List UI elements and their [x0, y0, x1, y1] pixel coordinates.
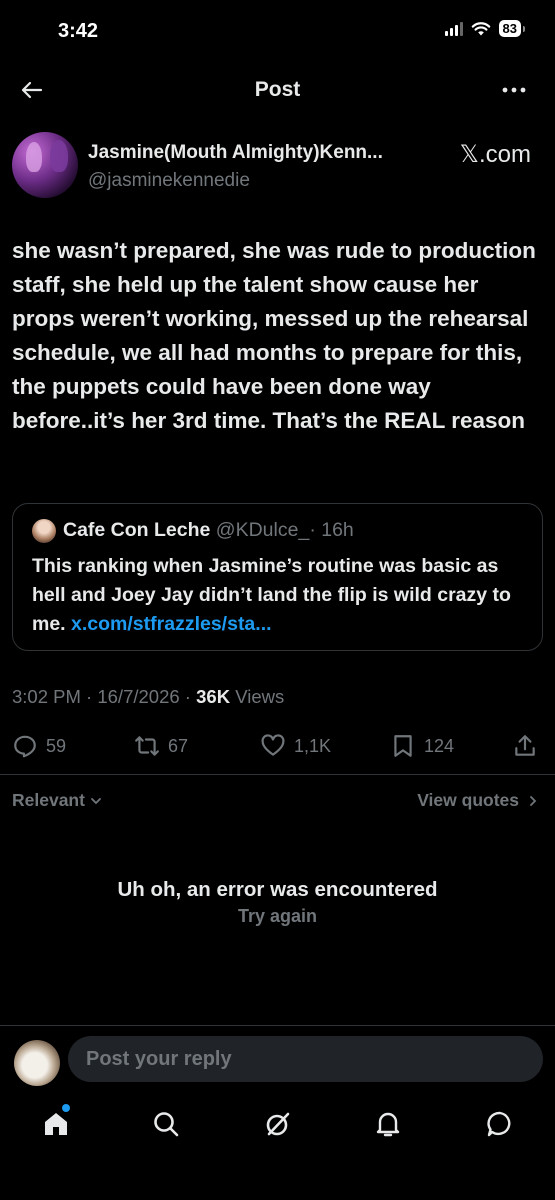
bookmark-icon: [394, 735, 412, 757]
divider: [0, 774, 555, 775]
reply-bar: [0, 1025, 555, 1093]
chevron-right-icon: [530, 795, 537, 806]
status-icons: 83: [444, 20, 526, 37]
like-button[interactable]: 1,1K: [260, 728, 331, 764]
tab-notifications[interactable]: [372, 1108, 404, 1140]
share-icon: [515, 735, 535, 756]
like-count: 1,1K: [294, 735, 332, 756]
quoted-post[interactable]: Cafe Con Leche @KDulce_· 16h This rankin…: [12, 503, 543, 651]
page-title: Post: [254, 78, 301, 101]
bell-icon: [376, 1112, 400, 1137]
sort-relevant-dropdown[interactable]: Relevant: [12, 790, 103, 811]
reply-count: 59: [46, 735, 67, 756]
view-quotes-link[interactable]: View quotes: [417, 790, 539, 811]
post-text: she wasn’t prepared, she was rude to pro…: [12, 238, 536, 433]
reply-input[interactable]: [68, 1036, 543, 1082]
status-time: 3:42: [58, 20, 99, 42]
home-icon: [45, 1113, 67, 1135]
action-bar: 59 67 1,1K 124: [12, 728, 543, 764]
quote-avatar: [32, 519, 56, 543]
view-quotes-label: View quotes: [417, 790, 519, 810]
grok-icon: [266, 1112, 290, 1136]
repost-button[interactable]: 67: [134, 728, 188, 764]
heart-icon: [261, 734, 285, 756]
post-author: Jasmine(Mouth Almighty)Kenn... @jasminek…: [12, 132, 543, 202]
search-icon: [154, 1112, 179, 1137]
tab-home[interactable]: [40, 1108, 72, 1140]
try-again-button[interactable]: Try again: [0, 906, 555, 927]
post-date: 16/7/2026: [97, 686, 180, 707]
wifi-icon: [471, 21, 490, 35]
error-message: Uh oh, an error was encountered: [117, 878, 438, 901]
battery-indicator: 83: [498, 20, 526, 37]
quote-author-handle: @KDulce_: [215, 519, 310, 541]
quote-link[interactable]: x.com/stfrazzles/sta...: [71, 613, 272, 635]
more-options-icon[interactable]: [499, 78, 529, 102]
bookmark-button[interactable]: 124: [390, 728, 454, 764]
repost-icon: [135, 736, 159, 756]
views-count: 36K: [196, 686, 231, 707]
tab-grok[interactable]: [262, 1108, 294, 1140]
share-button[interactable]: [512, 728, 538, 764]
author-handle[interactable]: @jasminekennedie: [88, 170, 250, 192]
user-avatar[interactable]: [14, 1040, 60, 1086]
status-bar: 3:42 83: [0, 0, 555, 64]
quote-time: · 16h: [309, 519, 354, 541]
post-time: 3:02 PM: [12, 686, 81, 707]
post-header: Post: [0, 64, 555, 116]
author-name[interactable]: Jasmine(Mouth Almighty)Kenn...: [88, 142, 383, 164]
bookmark-count: 124: [424, 735, 455, 756]
repost-count: 67: [168, 735, 189, 756]
notification-dot: [62, 1104, 70, 1112]
message-icon: [487, 1111, 511, 1137]
author-avatar[interactable]: [12, 132, 78, 198]
quote-author-name: Cafe Con Leche: [63, 519, 211, 541]
quote-author: Cafe Con Leche @KDulce_· 16h: [63, 519, 354, 542]
bottom-tab-bar: [0, 1100, 555, 1150]
source-label: 𝕏.com: [459, 141, 531, 168]
tab-search[interactable]: [150, 1108, 182, 1140]
reply-icon: [14, 735, 36, 758]
tab-messages[interactable]: [484, 1108, 516, 1140]
relevant-label: Relevant: [12, 790, 85, 810]
signal-icon: [444, 21, 463, 36]
reply-button[interactable]: 59: [12, 728, 66, 764]
chevron-down-icon: [91, 797, 101, 804]
views-label: Views: [235, 686, 285, 707]
quote-text: This ranking when Jasmine’s routine was …: [32, 552, 532, 639]
post-meta: 3:02 PM · 16/7/2026 · 36K Views: [12, 686, 285, 707]
